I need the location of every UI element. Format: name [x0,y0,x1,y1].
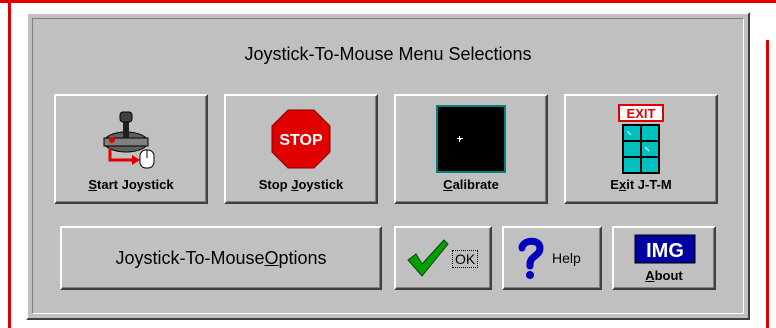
svg-text:IMG: IMG [646,240,684,262]
menu-dialog: Joystick-To-Mouse Menu Selections Start … [26,12,750,320]
calibrate-button[interactable]: Calibrate [394,94,548,204]
start-joystick-button[interactable]: Start Joystick [54,94,208,204]
red-border-top [0,0,776,3]
stop-joystick-button[interactable]: STOP Stop Joystick [224,94,378,204]
options-label: Joystick-To-Mouse Options [115,247,327,268]
exit-button[interactable]: EXIT Exit J-T-M [564,94,718,204]
joystick-icon [56,104,206,174]
svg-text:EXIT: EXIT [627,106,656,121]
calibrate-screen-icon [396,104,546,174]
checkmark-icon [406,238,450,283]
exit-label: Exit J-T-M [610,177,672,192]
about-button[interactable]: IMG About [612,226,716,290]
question-mark-icon [516,236,546,285]
red-border-right [766,40,769,328]
help-label: Help [552,250,581,266]
stop-sign-icon: STOP [226,104,376,174]
calibrate-label: Calibrate [443,177,499,192]
exit-door-icon: EXIT [566,104,716,174]
start-joystick-label: Start Joystick [88,177,174,192]
help-button[interactable]: Help [502,226,602,290]
stop-joystick-label: Stop Joystick [258,177,344,192]
red-border-left [8,0,11,328]
about-label: About [645,268,683,283]
svg-text:STOP: STOP [279,132,323,149]
ok-label: OK [452,250,479,268]
options-button[interactable]: Joystick-To-Mouse Options [60,226,382,290]
img-logo-icon: IMG [634,234,696,269]
dialog-title: Joystick-To-Mouse Menu Selections [244,44,532,64]
ok-button[interactable]: OK [394,226,492,290]
